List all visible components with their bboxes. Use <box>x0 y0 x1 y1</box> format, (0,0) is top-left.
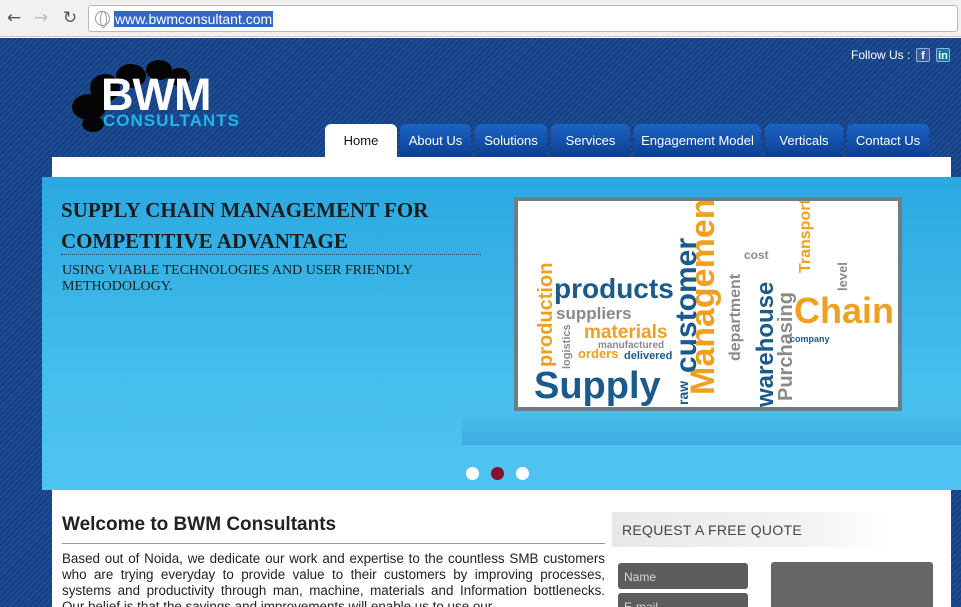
slide-dot-2[interactable] <box>491 467 504 480</box>
word-chain: Chain <box>794 290 895 331</box>
slide-dot-3[interactable] <box>516 467 529 480</box>
main-content: Welcome to BWM Consultants Based out of … <box>52 490 951 607</box>
slide-dot-1[interactable] <box>466 467 479 480</box>
bwm-logo[interactable]: BWM CONSULTANTS <box>68 60 268 136</box>
banner-divider <box>61 254 481 255</box>
tab-verticals[interactable]: Verticals <box>765 124 843 157</box>
banner-subline: USING VIABLE TECHNOLOGIES AND USER FRIEN… <box>62 263 413 294</box>
browser-toolbar: ← → ↻ www.bwmconsultant.com <box>0 0 961 37</box>
globe-icon <box>95 11 110 28</box>
welcome-text: Based out of Noida, we dedicate our work… <box>62 551 605 607</box>
url-text[interactable]: www.bwmconsultant.com <box>114 11 274 27</box>
welcome-divider <box>62 543 605 544</box>
forward-icon[interactable]: → <box>31 8 51 28</box>
address-bar[interactable]: www.bwmconsultant.com <box>88 5 958 32</box>
message-field[interactable] <box>771 562 933 607</box>
banner-headline-line1: SUPPLY CHAIN MANAGEMENT FOR <box>61 198 429 222</box>
tab-engagement-model[interactable]: Engagement Model <box>634 124 761 157</box>
tab-services[interactable]: Services <box>551 124 630 157</box>
tab-solutions[interactable]: Solutions <box>475 124 547 157</box>
word-delivered: delivered <box>624 350 673 362</box>
word-manufactured: manufactured <box>598 340 665 351</box>
follow-us-label: Follow Us : <box>851 48 911 62</box>
word-products: products <box>554 273 674 304</box>
banner-headline: SUPPLY CHAIN MANAGEMENT FOR COMPETITIVE … <box>61 195 481 257</box>
quote-panel-header: REQUEST A FREE QUOTE <box>612 512 892 547</box>
logo-subtitle: CONSULTANTS <box>103 111 240 130</box>
word-level: level <box>835 262 850 291</box>
word-logistics: logistics <box>561 324 573 369</box>
content-top-strip <box>52 157 951 177</box>
word-company: company <box>790 334 830 344</box>
word-purchasing: Purchasing <box>775 292 797 401</box>
word-raw: raw <box>675 380 691 405</box>
back-icon[interactable]: ← <box>4 8 24 28</box>
tab-about-us[interactable]: About Us <box>400 124 471 157</box>
tab-home[interactable]: Home <box>325 124 397 159</box>
word-production: production <box>535 262 557 367</box>
word-department: department <box>727 273 744 361</box>
supply-chain-word-cloud: Supply Chain Management customer product… <box>518 201 898 407</box>
email-field[interactable]: E-mail <box>618 593 748 607</box>
word-customer: customer <box>670 237 703 373</box>
word-supply: Supply <box>534 365 661 407</box>
quote-title: REQUEST A FREE QUOTE <box>622 522 803 538</box>
slide-image-frame: Supply Chain Management customer product… <box>514 197 902 411</box>
word-transport: Transport <box>797 201 814 273</box>
banner-reflection <box>462 411 961 445</box>
name-field[interactable]: Name <box>618 563 748 589</box>
word-suppliers: suppliers <box>556 304 632 323</box>
reload-icon[interactable]: ↻ <box>60 8 80 28</box>
linkedin-icon[interactable]: in <box>936 48 950 62</box>
facebook-icon[interactable]: f <box>916 48 930 62</box>
website: Follow Us : f in BWM CONSULTANTS Home Ab… <box>0 38 961 607</box>
welcome-heading: Welcome to BWM Consultants <box>62 514 337 535</box>
tab-contact-us[interactable]: Contact Us <box>847 124 929 157</box>
hero-slider: SUPPLY CHAIN MANAGEMENT FOR COMPETITIVE … <box>42 177 961 490</box>
banner-headline-line2: COMPETITIVE ADVANTAGE <box>61 229 348 253</box>
word-cost: cost <box>744 248 769 262</box>
